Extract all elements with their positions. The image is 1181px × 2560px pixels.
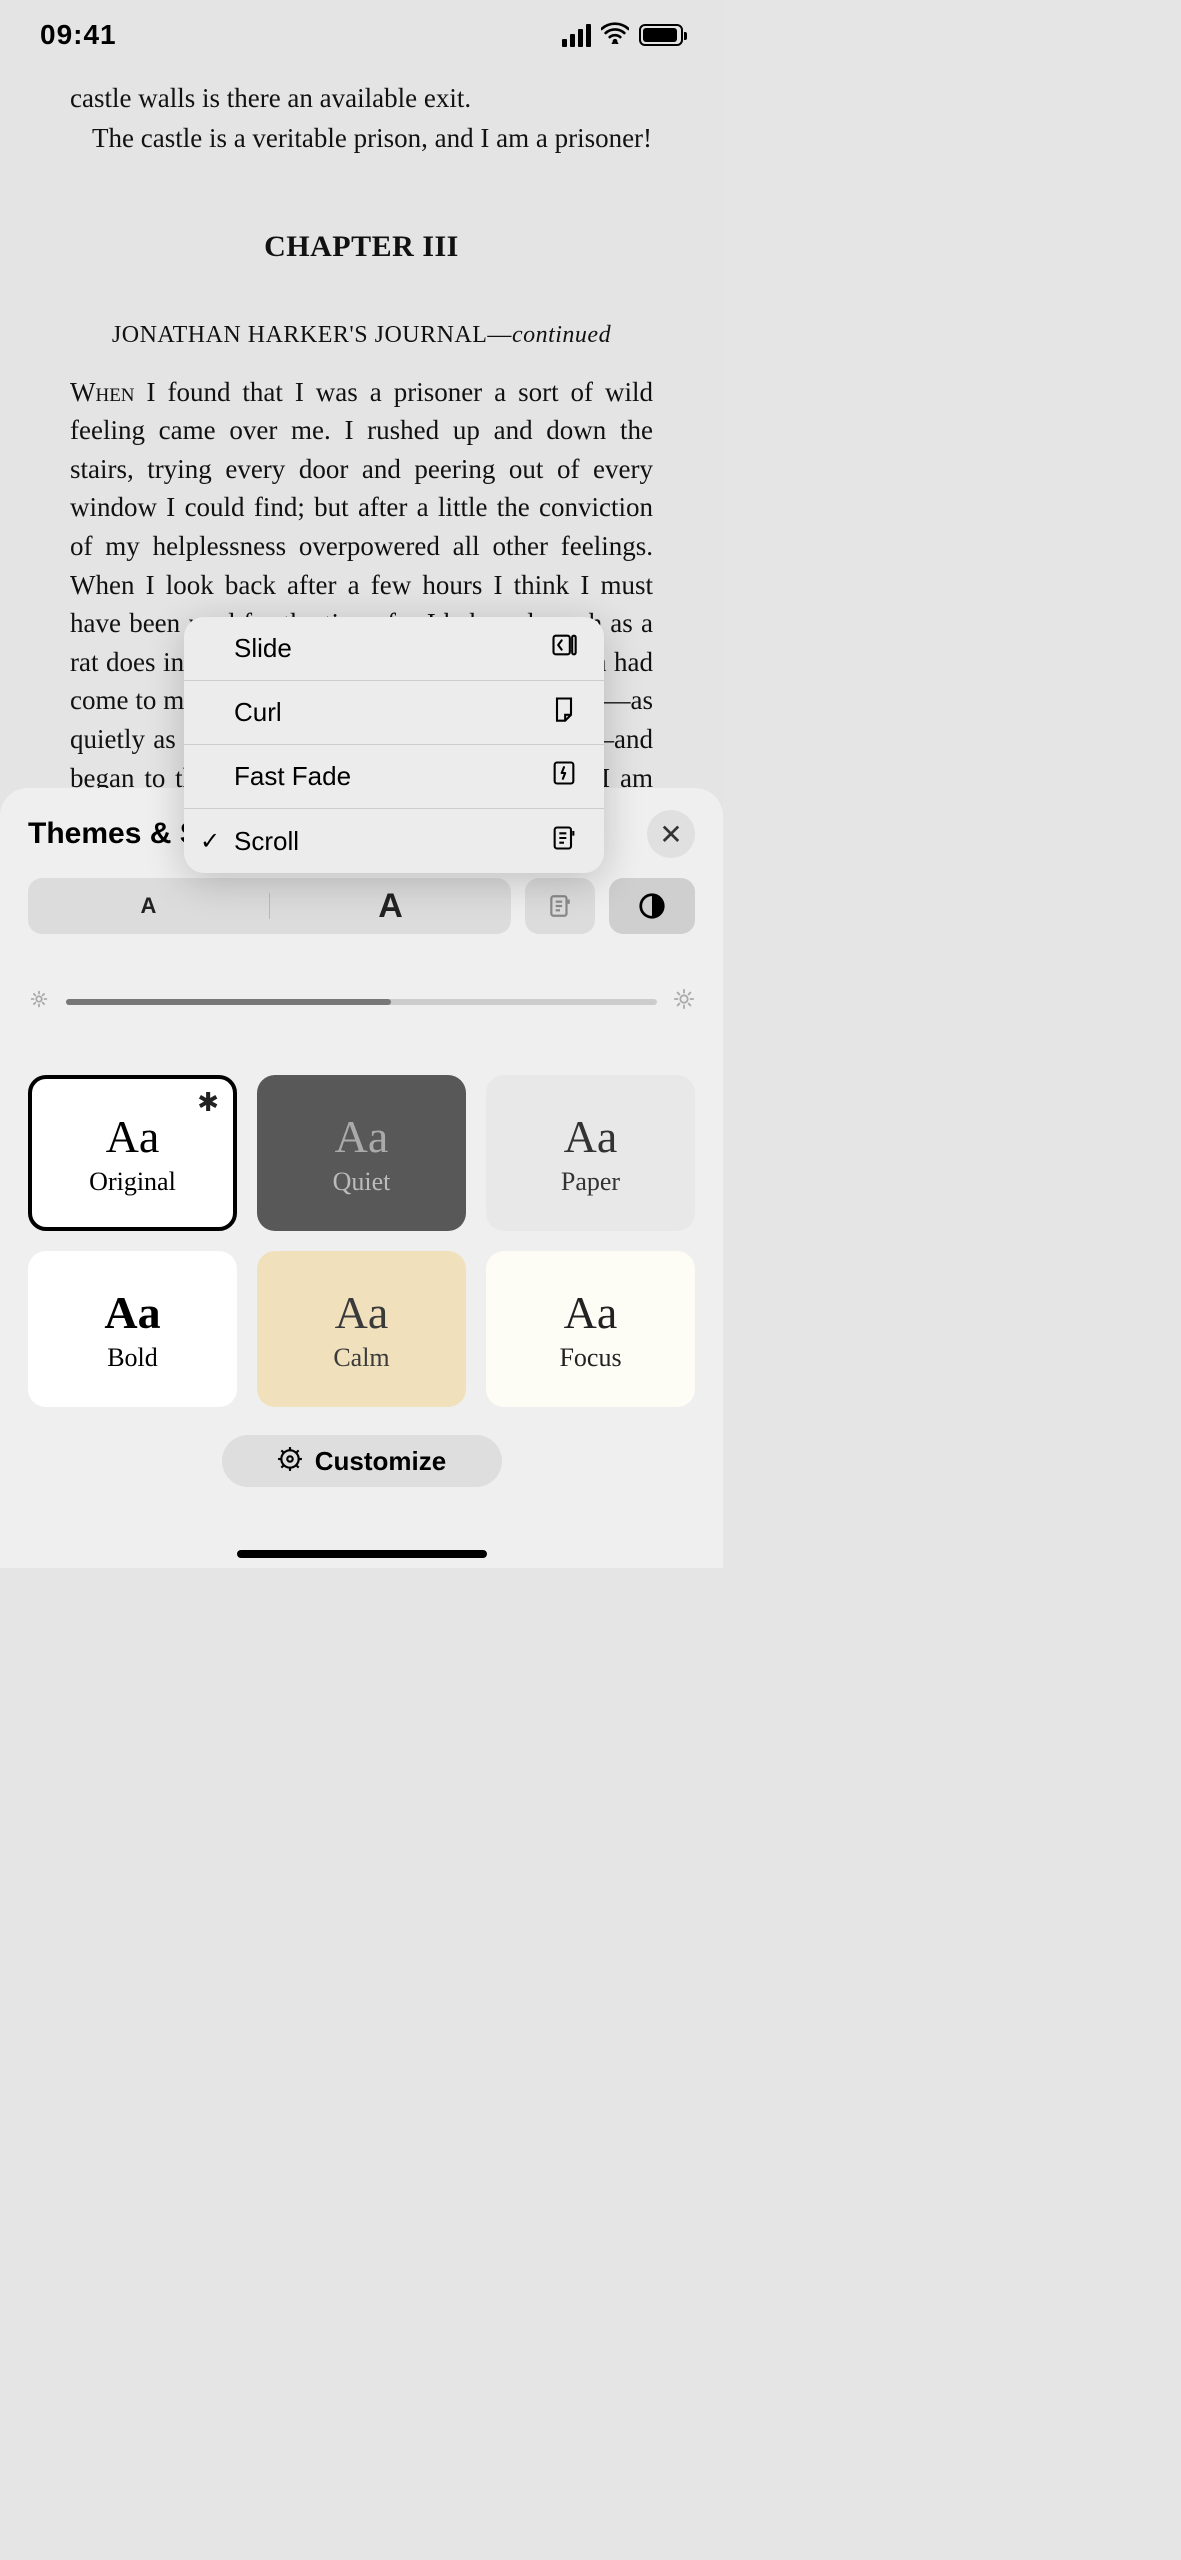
brightness-slider[interactable] bbox=[66, 999, 657, 1005]
menu-item-curl[interactable]: Curl bbox=[184, 681, 604, 745]
selected-theme-badge-icon: ✱ bbox=[197, 1087, 219, 1118]
brightness-high-icon bbox=[673, 988, 695, 1015]
menu-item-fast-fade[interactable]: Fast Fade bbox=[184, 745, 604, 809]
font-size-larger-button[interactable]: A bbox=[270, 887, 511, 926]
menu-item-slide[interactable]: Slide bbox=[184, 617, 604, 681]
scroll-icon bbox=[550, 824, 578, 859]
gear-icon bbox=[277, 1446, 303, 1477]
theme-bold[interactable]: Aa Bold bbox=[28, 1251, 237, 1407]
theme-paper[interactable]: Aa Paper bbox=[486, 1075, 695, 1231]
wifi-icon bbox=[601, 22, 629, 49]
themes-settings-sheet: Themes & Settings ✕ A A bbox=[0, 788, 723, 1568]
theme-focus[interactable]: Aa Focus bbox=[486, 1251, 695, 1407]
reader-text-line: castle walls is there an available exit. bbox=[70, 80, 653, 118]
status-icons bbox=[562, 22, 683, 49]
reader-text-line: The castle is a veritable prison, and I … bbox=[70, 120, 653, 158]
chapter-heading: CHAPTER III bbox=[70, 230, 653, 264]
customize-button[interactable]: Customize bbox=[222, 1435, 502, 1487]
slide-icon bbox=[550, 631, 578, 666]
brightness-low-icon bbox=[28, 988, 50, 1015]
chapter-subtitle: JONATHAN HARKER'S JOURNAL—continued bbox=[70, 322, 653, 349]
contrast-toggle-button[interactable] bbox=[609, 878, 695, 934]
brightness-slider-row bbox=[28, 988, 695, 1015]
home-indicator[interactable] bbox=[237, 1550, 487, 1558]
curl-icon bbox=[550, 695, 578, 730]
theme-calm[interactable]: Aa Calm bbox=[257, 1251, 466, 1407]
theme-original[interactable]: ✱ Aa Original bbox=[28, 1075, 237, 1231]
theme-quiet[interactable]: Aa Quiet bbox=[257, 1075, 466, 1231]
font-size-segment: A A bbox=[28, 878, 511, 934]
page-turn-mode-button[interactable] bbox=[525, 878, 595, 934]
fast-fade-icon bbox=[550, 759, 578, 794]
page-turn-menu: Slide Curl Fast Fade ✓ Scroll bbox=[184, 617, 604, 873]
status-time: 09:41 bbox=[40, 19, 117, 51]
checkmark-icon: ✓ bbox=[200, 827, 220, 856]
status-bar: 09:41 bbox=[0, 0, 723, 70]
close-button[interactable]: ✕ bbox=[647, 810, 695, 858]
font-size-smaller-button[interactable]: A bbox=[28, 893, 270, 919]
cellular-icon bbox=[562, 24, 591, 47]
menu-item-scroll[interactable]: ✓ Scroll bbox=[184, 809, 604, 873]
battery-icon bbox=[639, 24, 683, 46]
